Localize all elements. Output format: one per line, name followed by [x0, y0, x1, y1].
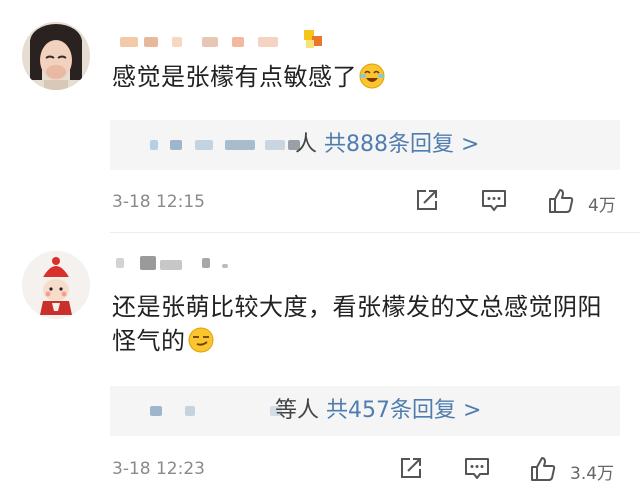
username-blurred[interactable] [112, 252, 352, 276]
like-count: 3.4万 [570, 464, 615, 484]
reply-suffix: 等人 [275, 398, 320, 423]
avatar[interactable] [22, 251, 90, 319]
reply-suffix: 人 [295, 132, 318, 157]
comment-icon [465, 458, 489, 479]
reply-summary[interactable]: 人 共888条回复 > [110, 120, 620, 170]
like-count: 4万 [588, 196, 616, 216]
comment-text-content: 感觉是张檬有点敏感了 [112, 63, 357, 91]
timestamp: 3-18 12:15 [112, 192, 205, 212]
reply-count[interactable]: 共457条回复 [326, 398, 456, 423]
reply-summary-text[interactable]: 等人 共457条回复 > [275, 396, 481, 426]
avatar[interactable] [22, 22, 90, 90]
laughing-crying-emoji [359, 63, 385, 89]
avatar-image [22, 22, 90, 90]
reply-summary[interactable]: 等人 共457条回复 > [110, 386, 620, 436]
divider [110, 232, 640, 233]
thumbs-up-icon [549, 189, 574, 213]
comment-text: 感觉是张檬有点敏感了 [112, 60, 612, 94]
share-button[interactable] [413, 186, 441, 216]
smirk-emoji [188, 327, 214, 353]
comment-text-content: 还是张萌比较大度，看张檬发的文总感觉阴阳怪气的 [112, 293, 602, 355]
reply-arrow: > [461, 132, 480, 157]
reply-summary-text[interactable]: 人 共888条回复 > [295, 130, 479, 160]
reply-arrow: > [463, 398, 482, 423]
user-badge-icon [300, 28, 328, 50]
comment-text: 还是张萌比较大度，看张檬发的文总感觉阴阳怪气的 [112, 290, 612, 358]
share-icon [417, 190, 437, 210]
share-button[interactable] [397, 454, 425, 484]
avatar-image [22, 251, 90, 319]
thumbs-up-icon [531, 457, 556, 481]
comment-button[interactable] [479, 186, 509, 216]
reply-names-blurred [120, 138, 310, 152]
comment-item: 感觉是张檬有点敏感了 人 共888条回复 > 3-18 12:15 4万 [0, 0, 640, 236]
like-button[interactable]: 3.4万 [528, 454, 628, 484]
comment-item: 还是张萌比较大度，看张檬发的文总感觉阴阳怪气的 等人 共457条回复 > 3-1… [0, 236, 640, 503]
like-button[interactable]: 4万 [546, 186, 626, 216]
timestamp: 3-18 12:23 [112, 459, 205, 479]
reply-count[interactable]: 共888条回复 [324, 132, 454, 157]
share-icon [401, 458, 421, 478]
comment-button[interactable] [462, 454, 492, 484]
comment-icon [482, 190, 506, 211]
